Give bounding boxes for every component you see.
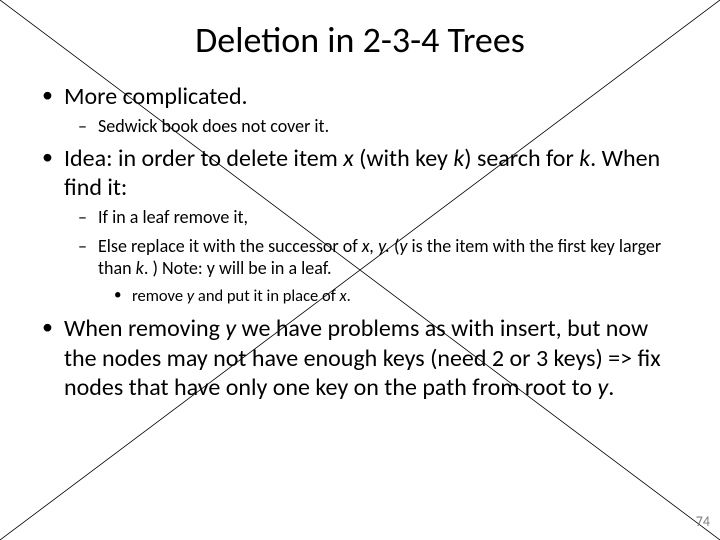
- bullet-more-complicated: More complicated.: [36, 82, 684, 111]
- slide-title: Deletion in 2-3-4 Trees: [0, 18, 720, 62]
- var-y: y: [597, 373, 608, 402]
- text: When removing: [64, 314, 225, 343]
- subbullet-else-replace: Else replace it with the successor of x,…: [36, 235, 684, 280]
- var-x: x: [339, 286, 346, 306]
- var-y: y: [225, 314, 236, 343]
- text: (with key: [354, 144, 454, 173]
- subsubbullet-remove-y: remove y and put it in place of x.: [36, 286, 684, 307]
- bullet-when-removing: When removing y we have problems as with…: [36, 314, 684, 402]
- text: .: [608, 373, 614, 402]
- text: ) search for: [464, 144, 579, 173]
- text: (: [390, 235, 400, 257]
- slide-content: More complicated. Sedwick book does not …: [0, 82, 720, 402]
- bullet-idea: Idea: in order to delete item x (with ke…: [36, 144, 684, 203]
- text: Idea: in order to delete item: [64, 144, 343, 173]
- var-k: k: [136, 257, 144, 279]
- var-x: x: [343, 144, 353, 173]
- subbullet-sedwick: Sedwick book does not cover it.: [36, 115, 684, 138]
- text: and put it in place of: [194, 286, 339, 306]
- slide: Deletion in 2-3-4 Trees More complicated…: [0, 0, 720, 540]
- page-number: 74: [696, 513, 710, 530]
- var-k: k: [453, 144, 464, 173]
- subbullet-leaf-remove: If in a leaf remove it,: [36, 206, 684, 229]
- text: . ) Note: y will be in a leaf.: [144, 257, 332, 279]
- var-k: k: [579, 144, 590, 173]
- text: Else replace it with the successor of: [98, 235, 362, 257]
- text: .: [347, 286, 351, 306]
- var-xy: x, y.: [362, 235, 390, 257]
- text: remove: [132, 286, 187, 306]
